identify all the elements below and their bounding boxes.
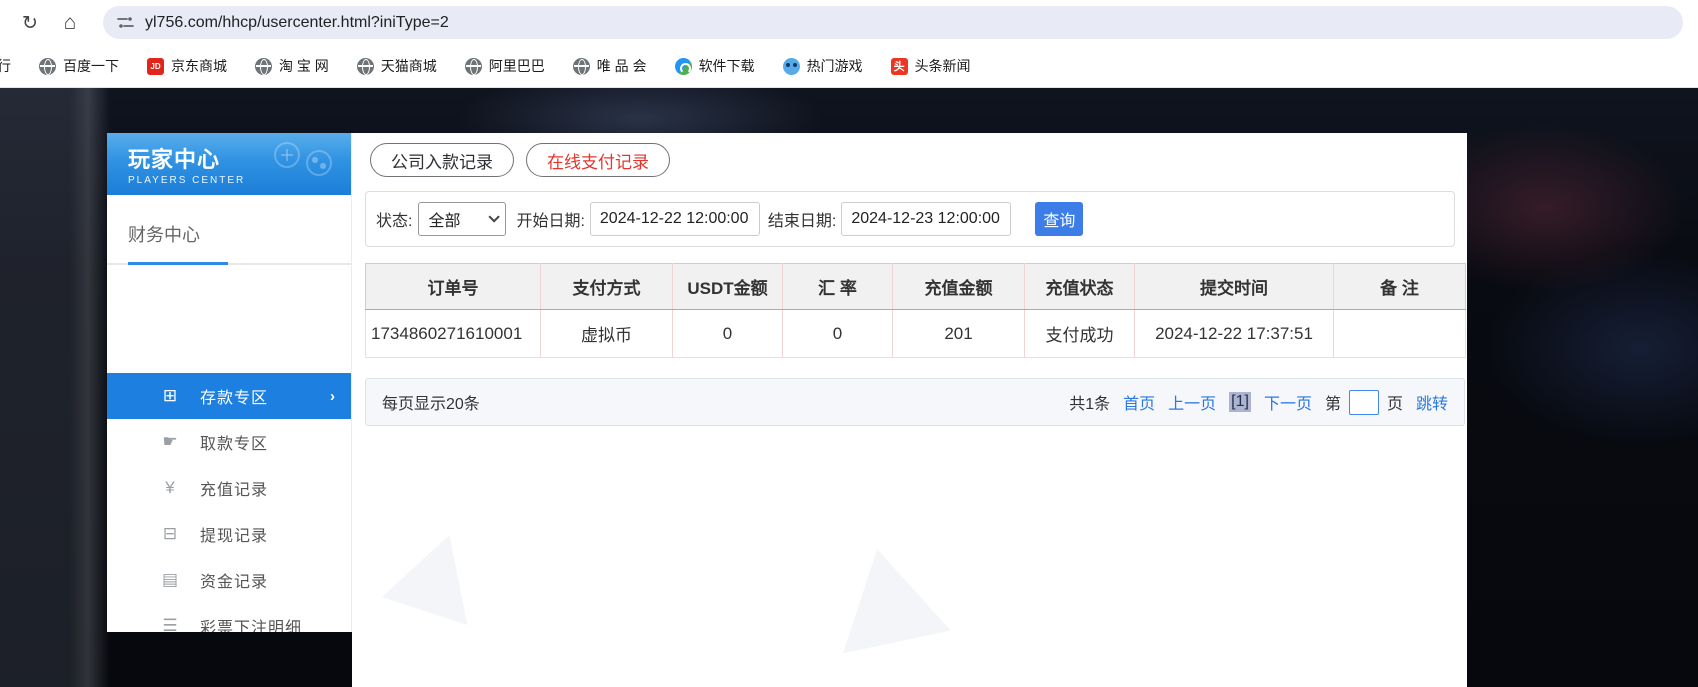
- chevron-right-icon: ›: [330, 387, 335, 405]
- cell-order-number: 1734860271610001: [365, 309, 541, 358]
- gamepad-icon: [274, 142, 332, 176]
- banknotes-icon: ⊟: [162, 524, 178, 543]
- status-select-value: 全部: [428, 213, 461, 230]
- globe-icon: [255, 57, 272, 75]
- payment-records-table: 订单号 支付方式 USDT金额 汇 率 充值金额 充值状态 提交时间 备 注 1…: [365, 263, 1466, 358]
- bookmark-item[interactable]: JD 京东商城: [141, 53, 233, 79]
- globe-icon: [39, 57, 56, 75]
- col-usdt-amount: USDT金额: [672, 263, 783, 310]
- bookmark-item[interactable]: 天猫商城: [351, 53, 443, 79]
- jump-label-post: 页: [1386, 396, 1403, 413]
- money-bag-icon: ¥: [165, 478, 175, 497]
- url-text: yl756.com/hhcp/usercenter.html?iniType=2: [145, 13, 449, 31]
- sidebar-item-recharge-records[interactable]: ¥ 充值记录: [107, 465, 351, 511]
- cell-recharge-status: 支付成功: [1024, 309, 1135, 358]
- record-tabs: 公司入款记录 在线支付记录: [370, 143, 670, 177]
- sidebar-header: 玩家中心 PLAYERS CENTER: [107, 133, 351, 195]
- bookmark-item[interactable]: 阿里巴巴: [459, 53, 551, 79]
- col-payment-method: 支付方式: [540, 263, 673, 310]
- page-jump-input[interactable]: [1348, 389, 1379, 415]
- col-order-number: 订单号: [365, 263, 541, 310]
- start-date-label: 开始日期:: [516, 213, 585, 230]
- end-date-label: 结束日期:: [767, 213, 837, 230]
- bookmark-item[interactable]: 唯 品 会: [567, 53, 653, 79]
- globe-icon: [464, 57, 482, 75]
- bookmark-item[interactable]: 热门游戏: [777, 53, 869, 79]
- first-page-link[interactable]: 首页: [1123, 390, 1155, 414]
- hot-games-icon: [782, 57, 800, 75]
- chevron-down-icon: [488, 211, 501, 223]
- end-date-input[interactable]: 2024-12-23 12:00:00: [841, 202, 1012, 236]
- jd-icon: JD: [147, 57, 164, 75]
- reload-icon[interactable]: ↻: [16, 9, 44, 37]
- status-label: 状态:: [376, 213, 413, 230]
- address-bar[interactable]: yl756.com/hhcp/usercenter.html?iniType=2: [103, 6, 1683, 39]
- sidebar-item-withdrawal-records[interactable]: ⊟ 提现记录: [107, 511, 351, 557]
- table-header-row: 订单号 支付方式 USDT金额 汇 率 充值金额 充值状态 提交时间 备 注: [365, 263, 1466, 310]
- wallet-icon: ▤: [161, 570, 179, 589]
- query-button[interactable]: 查询: [1035, 202, 1084, 236]
- main-content: 公司入款记录 在线支付记录 状态: 全部 开始日期: 2024-12-22 12…: [352, 133, 1467, 687]
- decor-triangle: [381, 521, 493, 625]
- cell-usdt-amount: 0: [672, 309, 783, 358]
- bookmark-item[interactable]: 软件下载: [669, 53, 761, 79]
- jump-link[interactable]: 跳转: [1416, 390, 1448, 414]
- bookmark-item[interactable]: 百度一下: [33, 53, 125, 79]
- table-row: 1734860271610001 虚拟币 0 0 201 支付成功 2024-1…: [365, 309, 1466, 358]
- cell-exchange-rate: 0: [782, 309, 893, 358]
- col-exchange-rate: 汇 率: [782, 263, 893, 310]
- current-page-indicator: [1]: [1229, 392, 1251, 412]
- cell-payment-method: 虚拟币: [540, 309, 673, 358]
- sidebar-item-withdraw-zone[interactable]: ☛ 取款专区: [107, 419, 351, 465]
- globe-icon: [572, 57, 590, 75]
- tab-online-payment-records[interactable]: 在线支付记录: [526, 143, 670, 177]
- per-page-text: 每页显示20条: [382, 396, 480, 413]
- cell-remark: [1333, 309, 1466, 358]
- total-count-text: 共1条: [1069, 396, 1111, 413]
- prev-page-link[interactable]: 上一页: [1168, 390, 1216, 414]
- globe-icon: [356, 57, 374, 75]
- sidebar-item-deposit-zone[interactable]: ⊞ 存款专区 ›: [107, 373, 351, 419]
- deposit-card-icon: ⊞: [162, 386, 178, 405]
- sidebar-item-funds-records[interactable]: ▤ 资金记录: [107, 557, 351, 603]
- status-select[interactable]: 全部: [418, 202, 507, 236]
- browser-toolbar: ↻ ⌂ yl756.com/hhcp/usercenter.html?iniTy…: [0, 0, 1698, 45]
- list-document-icon: ☰: [162, 616, 178, 632]
- software-download-icon: [674, 57, 692, 75]
- home-icon[interactable]: ⌂: [56, 9, 84, 37]
- col-submit-time: 提交时间: [1134, 263, 1334, 310]
- col-remark: 备 注: [1333, 263, 1466, 310]
- bookmarks-bar: 行 百度一下 JD 京东商城 淘 宝 网 天猫商城 阿里巴巴 唯 品 会 软件下…: [0, 45, 1698, 88]
- cell-submit-time: 2024-12-22 17:37:51: [1134, 309, 1334, 358]
- section-divider: [107, 262, 351, 265]
- decor-triangle: [823, 537, 951, 654]
- next-page-link[interactable]: 下一页: [1264, 390, 1312, 414]
- col-recharge-amount: 充值金额: [892, 263, 1025, 310]
- bookmark-item[interactable]: 行: [0, 53, 17, 79]
- player-center-sidebar: 玩家中心 PLAYERS CENTER 财务中心 ⊞ 存款专区 › ☛ 取款专区…: [107, 133, 352, 632]
- finance-center-heading: 财务中心: [128, 225, 200, 245]
- start-date-input[interactable]: 2024-12-22 12:00:00: [589, 202, 760, 236]
- cell-recharge-amount: 201: [892, 309, 1025, 358]
- bookmark-item[interactable]: 淘 宝 网: [249, 53, 335, 79]
- toutiao-icon: 头: [890, 57, 908, 75]
- sidebar-item-lottery-bet-details[interactable]: ☰ 彩票下注明细: [107, 603, 351, 632]
- col-recharge-status: 充值状态: [1024, 263, 1135, 310]
- filter-bar: 状态: 全部 开始日期: 2024-12-22 12:00:00 结束日期: 2…: [365, 191, 1455, 247]
- bookmark-item[interactable]: 头 头条新闻: [885, 53, 977, 79]
- tab-company-deposit-records[interactable]: 公司入款记录: [370, 143, 514, 177]
- jump-label-pre: 第: [1324, 396, 1341, 413]
- hand-money-icon: ☛: [162, 432, 178, 451]
- pagination-bar: 每页显示20条 共1条 首页 上一页 [1] 下一页 第 页 跳转: [365, 378, 1465, 426]
- site-settings-icon[interactable]: [117, 14, 134, 31]
